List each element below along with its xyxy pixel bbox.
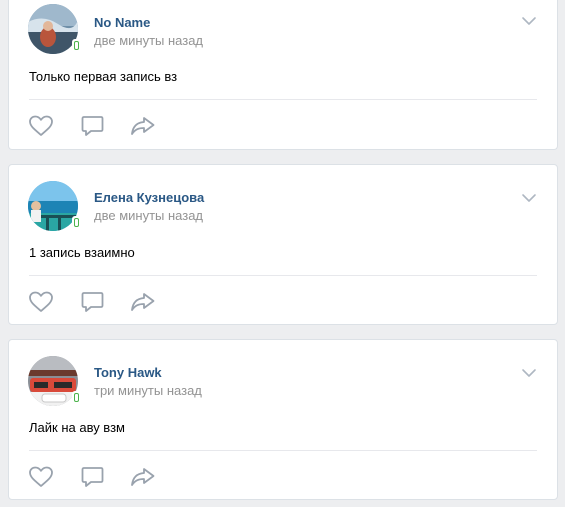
divider <box>29 275 537 276</box>
avatar[interactable] <box>28 181 81 231</box>
chevron-down-icon[interactable] <box>521 368 537 378</box>
mobile-online-icon <box>72 216 81 229</box>
share-button[interactable] <box>130 290 156 314</box>
heart-icon <box>29 115 53 136</box>
avatar[interactable] <box>28 4 81 54</box>
author-name[interactable]: Елена Кузнецова <box>94 190 204 205</box>
share-icon <box>131 117 155 135</box>
post-time[interactable]: две минуты назад <box>94 208 203 223</box>
chevron-down-icon[interactable] <box>521 193 537 203</box>
post-card: Елена Кузнецова две минуты назад 1 запис… <box>8 164 558 325</box>
comment-icon <box>81 116 104 136</box>
post-card: Tony Hawk три минуты назад Лайк на аву в… <box>8 339 558 500</box>
avatar-image <box>28 4 78 54</box>
author-name[interactable]: Tony Hawk <box>94 365 162 380</box>
divider <box>29 99 537 100</box>
chevron-down-icon[interactable] <box>521 16 537 26</box>
comment-icon <box>81 292 104 312</box>
share-button[interactable] <box>130 114 156 138</box>
post-time[interactable]: три минуты назад <box>94 383 202 398</box>
comment-button[interactable] <box>80 290 106 314</box>
post-time[interactable]: две минуты назад <box>94 33 203 48</box>
post-text: Только первая запись вз <box>29 69 178 84</box>
heart-icon <box>29 466 53 487</box>
comment-button[interactable] <box>80 465 106 489</box>
like-button[interactable] <box>28 465 54 489</box>
avatar-image <box>28 181 78 231</box>
divider <box>29 450 537 451</box>
comment-icon <box>81 467 104 487</box>
avatar-image <box>28 356 78 406</box>
share-icon <box>131 293 155 311</box>
post-actions <box>28 465 228 489</box>
heart-icon <box>29 291 53 312</box>
mobile-online-icon <box>72 39 81 52</box>
author-name[interactable]: No Name <box>94 15 150 30</box>
post-text: 1 запись взаимно <box>29 245 135 260</box>
share-button[interactable] <box>130 465 156 489</box>
post-text: Лайк на аву взм <box>29 420 125 435</box>
share-icon <box>131 468 155 486</box>
like-button[interactable] <box>28 114 54 138</box>
comment-button[interactable] <box>80 114 106 138</box>
post-actions <box>28 290 228 314</box>
mobile-online-icon <box>72 391 81 404</box>
avatar[interactable] <box>28 356 81 406</box>
like-button[interactable] <box>28 290 54 314</box>
post-card: No Name две минуты назад Только первая з… <box>8 0 558 150</box>
post-actions <box>28 114 228 138</box>
